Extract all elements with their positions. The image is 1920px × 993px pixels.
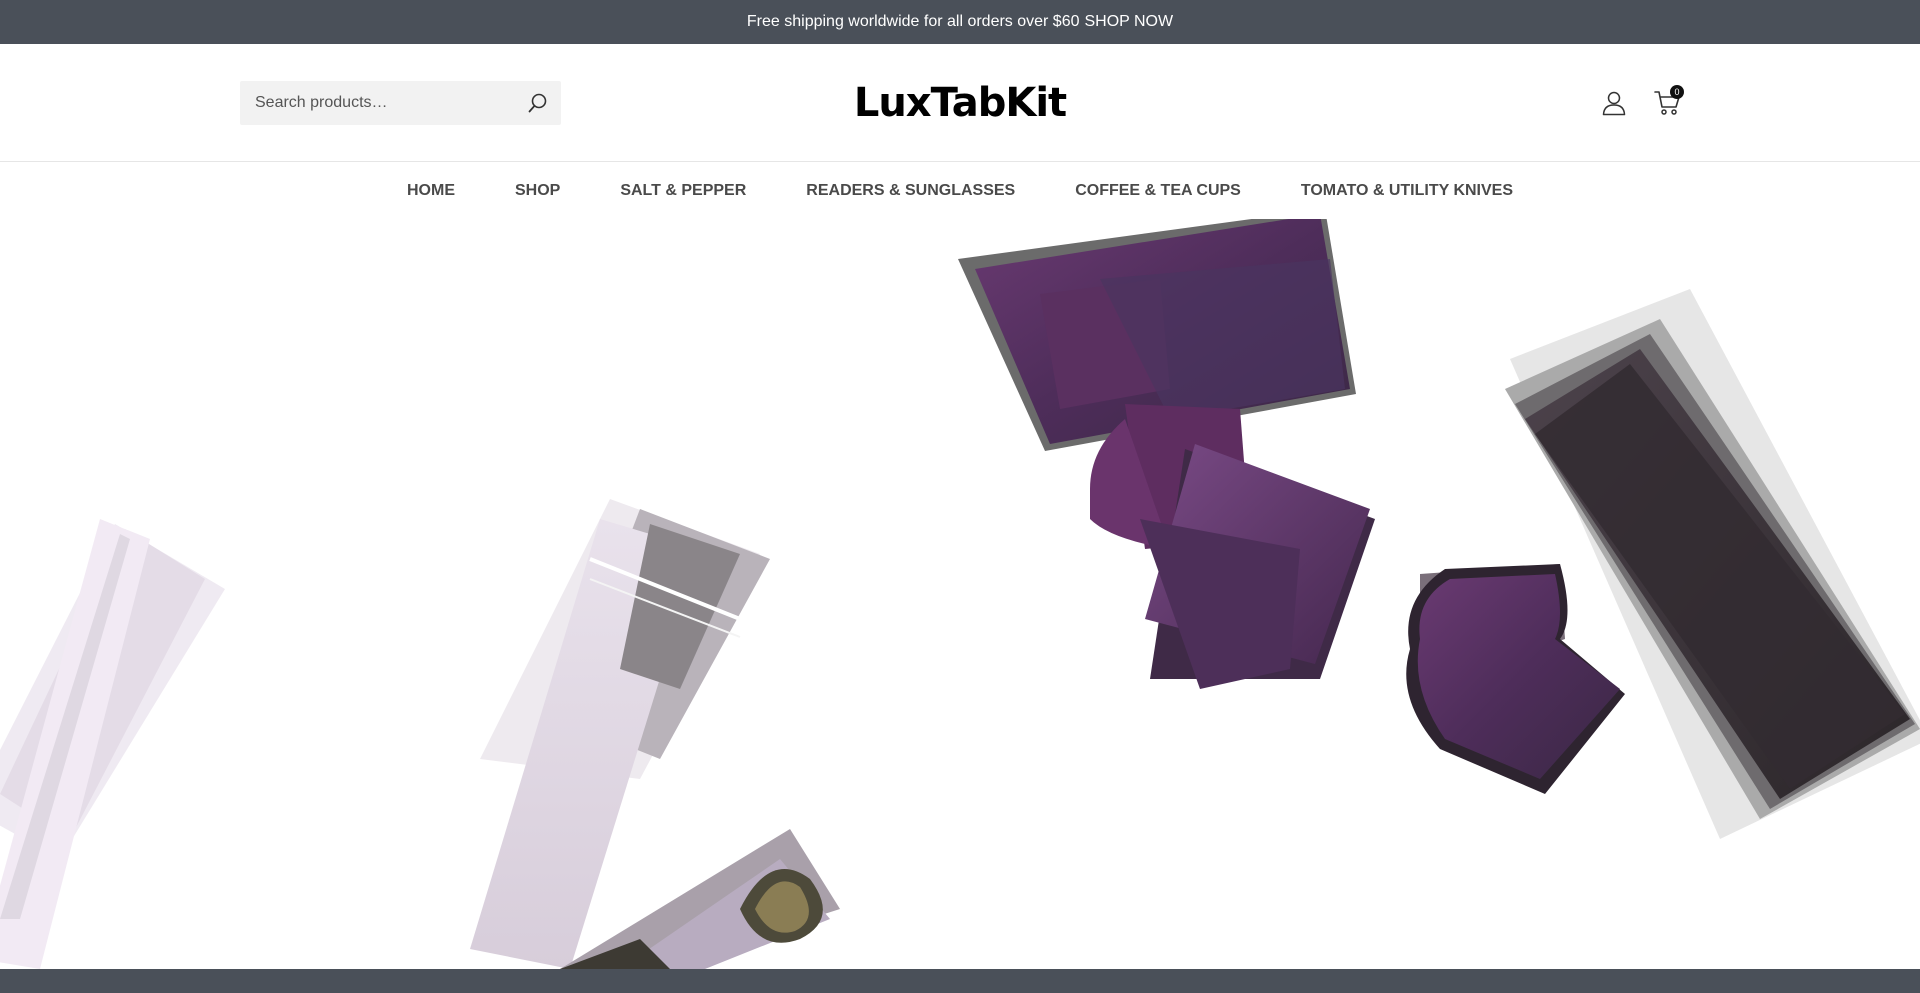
site-logo[interactable]: LuxTabKit [854, 78, 1067, 128]
nav-item-tomato-utility-knives[interactable]: TOMATO & UTILITY KNIVES [1271, 182, 1543, 200]
nav-item-home[interactable]: HOME [377, 182, 485, 200]
account-icon[interactable] [1601, 90, 1627, 116]
site-header: LuxTabKit 0 [0, 44, 1920, 162]
hero-image [0, 219, 1920, 969]
announcement-text: Free shipping worldwide for all orders o… [746, 13, 1080, 30]
announcement-bar: Free shipping worldwide for all orders o… [0, 0, 1920, 44]
main-nav: HOME SHOP SALT & PEPPER READERS & SUNGLA… [0, 163, 1920, 219]
cart-count-badge: 0 [1670, 85, 1684, 99]
search-icon[interactable] [527, 92, 549, 114]
nav-item-shop[interactable]: SHOP [485, 182, 590, 200]
nav-item-readers-sunglasses[interactable]: READERS & SUNGLASSES [776, 182, 1045, 200]
bottom-bar [0, 969, 1920, 993]
hero-banner[interactable] [0, 219, 1920, 969]
nav-item-coffee-tea-cups[interactable]: COFFEE & TEA CUPS [1045, 182, 1271, 200]
search-box [240, 81, 561, 125]
search-input[interactable] [240, 81, 510, 125]
shop-now-link[interactable]: SHOP NOW [1085, 13, 1174, 31]
nav-item-salt-pepper[interactable]: SALT & PEPPER [590, 182, 776, 200]
